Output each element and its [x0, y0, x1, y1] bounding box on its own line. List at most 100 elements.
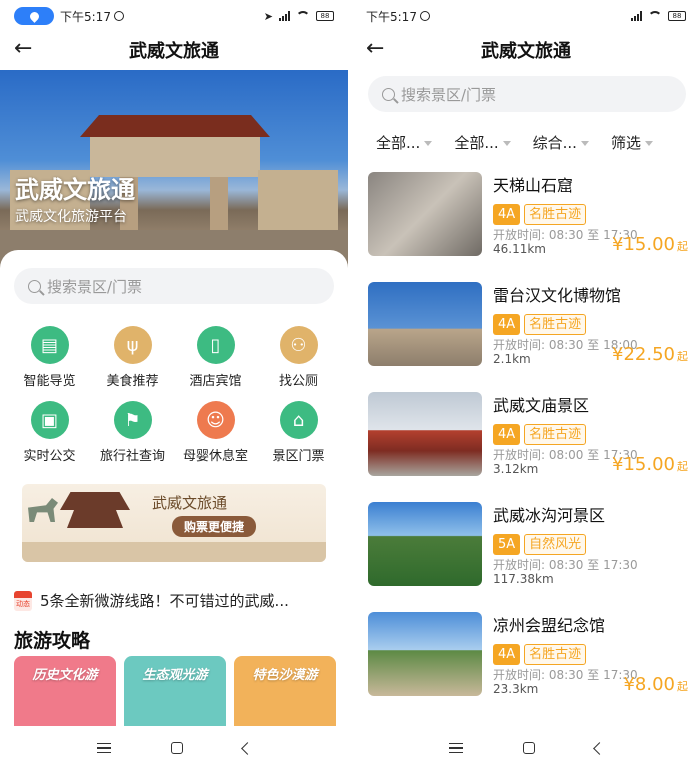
attraction-item[interactable]: 雷台汉文化博物馆 4A 名胜古迹 开放时间: 08:30 至 18:00 2.1km ¥2…: [352, 282, 700, 392]
signal-icon: [279, 11, 290, 21]
category-badge: 名胜古迹: [524, 644, 587, 665]
category-badge: 自然风光: [524, 534, 587, 555]
attraction-item[interactable]: 凉州会盟纪念馆 4A 名胜古迹 开放时间: 08:30 至 17:30 23.3km ¥8…: [352, 612, 700, 722]
status-bar: 下午5:17 ➤ 88: [0, 0, 348, 32]
attraction-info: 武威文庙景区 4A 名胜古迹 开放时间: 08:00 至 17:30 3.12km ¥15…: [493, 392, 690, 482]
opening-hours: 开放时间: 08:30 至 17:30: [493, 558, 638, 572]
service-item[interactable]: ⚑ 旅行社查询: [91, 401, 174, 464]
search-placeholder: 搜索景区/门票: [47, 277, 143, 296]
service-label: 智能导览: [23, 374, 76, 389]
back-arrow-icon[interactable]: ←: [14, 38, 38, 62]
battery-icon: 88: [668, 11, 686, 21]
distance: 3.12km: [493, 462, 539, 476]
price: ¥15.00 起: [612, 454, 688, 475]
service-label: 旅行社查询: [99, 449, 165, 464]
flag-icon: ⚑: [113, 401, 152, 439]
filter-dropdown[interactable]: 全部...: [454, 130, 510, 154]
recent-apps-icon[interactable]: [448, 743, 463, 753]
service-item[interactable]: ▯ 酒店宾馆: [174, 326, 257, 389]
fork-knife-icon: ψ: [113, 326, 152, 364]
guide-label: 历史文化游: [32, 668, 98, 683]
nav-bar: ← 武威文旅通: [352, 32, 700, 68]
level-badge: 4A: [493, 644, 521, 665]
guide-card[interactable]: 生态观光游: [124, 656, 226, 736]
service-item[interactable]: ▣ 实时公交: [8, 401, 91, 464]
price: ¥15.00 起: [612, 234, 688, 255]
attraction-tags: 4A 名胜古迹: [493, 644, 690, 665]
attraction-item[interactable]: 武威冰沟河景区 5A 自然风光 开放时间: 08:30 至 17:30 117.38km: [352, 502, 700, 612]
door-icon: ▯: [196, 326, 235, 364]
ticket-banner[interactable]: 武威文旅通 购票更便捷: [22, 484, 326, 562]
attraction-tags: 4A 名胜古迹: [493, 204, 690, 225]
home-icon[interactable]: [522, 742, 535, 754]
attraction-item[interactable]: 天梯山石窟 4A 名胜古迹 开放时间: 08:30 至 17:30 46.11km ¥15…: [352, 172, 700, 282]
wifi-icon: [296, 11, 310, 21]
bus-icon: ▣: [30, 401, 69, 439]
service-item[interactable]: ⚇ 找公厕: [257, 326, 340, 389]
service-label: 酒店宾馆: [189, 374, 242, 389]
page-title: 武威文旅通: [481, 41, 571, 62]
wifi-icon: [648, 11, 662, 21]
guide-card[interactable]: 特色沙漠游: [234, 656, 336, 736]
home-icon[interactable]: [170, 742, 183, 754]
distance: 117.38km: [493, 572, 554, 586]
price-unit: 起: [677, 240, 688, 253]
filter-dropdown[interactable]: 筛选: [611, 130, 653, 154]
level-badge: 4A: [493, 314, 521, 335]
filter-dropdown[interactable]: 综合...: [533, 130, 589, 154]
buy-ticket-button[interactable]: 购票更便捷: [172, 516, 257, 537]
guide-label: 生态观光游: [142, 668, 208, 683]
service-label: 找公厕: [278, 374, 318, 389]
service-item[interactable]: ▤ 智能导览: [8, 326, 91, 389]
news-item[interactable]: 动态 5条全新微游线路！不可错过的武威...: [14, 590, 338, 611]
banner-title: 武威文旅通: [152, 494, 228, 512]
service-item[interactable]: ⌂ 景区门票: [257, 401, 340, 464]
attraction-photo: [368, 282, 482, 366]
page-title: 武威文旅通: [129, 41, 219, 62]
distance: 46.11km: [493, 242, 546, 256]
system-back-icon[interactable]: [592, 741, 606, 755]
attraction-list: 天梯山石窟 4A 名胜古迹 开放时间: 08:30 至 17:30 46.11km ¥15…: [352, 172, 700, 722]
search-input[interactable]: 搜索景区/门票: [14, 268, 334, 304]
filter-dropdown[interactable]: 全部...: [376, 130, 432, 154]
hero-banner: 武威文旅通 武威文化旅游平台: [0, 70, 348, 270]
system-back-icon[interactable]: [240, 741, 254, 755]
attraction-tags: 4A 名胜古迹: [493, 314, 690, 335]
price-unit: 起: [677, 350, 688, 363]
attraction-info: 雷台汉文化博物馆 4A 名胜古迹 开放时间: 08:30 至 18:00 2.1km ¥2…: [493, 282, 690, 372]
attraction-tags: 4A 名胜古迹: [493, 424, 690, 445]
horse-statue-icon: [28, 498, 58, 522]
service-item[interactable]: ☺ 母婴休息室: [174, 401, 257, 464]
category-badge: 名胜古迹: [524, 424, 587, 445]
guide-label: 特色沙漠游: [252, 668, 318, 683]
service-label: 景区门票: [272, 449, 325, 464]
price-unit: 起: [677, 460, 688, 473]
guides-section-title: 旅游攻略: [14, 630, 91, 652]
category-badge: 名胜古迹: [524, 204, 587, 225]
level-badge: 5A: [493, 534, 521, 555]
city-wall-illustration: [22, 542, 326, 562]
price: ¥8.00 起: [623, 674, 688, 695]
hero-subtitle: 武威文化旅游平台: [15, 209, 127, 225]
news-text: 5条全新微游线路！不可错过的武威...: [40, 592, 289, 610]
status-time: 下午5:17: [366, 9, 417, 24]
attraction-photo: [368, 172, 482, 256]
price-value: ¥15.00: [612, 234, 675, 255]
guide-card[interactable]: 历史文化游: [14, 656, 116, 736]
signal-icon: [631, 11, 642, 21]
price-value: ¥15.00: [612, 454, 675, 475]
attractions-screen: 下午5:17 88 ← 武威文旅通 搜索景区/门票 全部... 全部... 综合..…: [352, 0, 700, 770]
attraction-item[interactable]: 武威文庙景区 4A 名胜古迹 开放时间: 08:00 至 17:30 3.12km ¥15…: [352, 392, 700, 502]
location-indicator-icon: [14, 7, 54, 25]
baby-icon: ☺: [196, 401, 235, 439]
service-label: 母婴休息室: [182, 449, 248, 464]
toilet-icon: ⚇: [279, 326, 318, 364]
service-grid: ▤ 智能导览 ψ 美食推荐 ▯ 酒店宾馆 ⚇ 找公厕 ▣ 实时公交 ⚑ 旅行社查询 ☺ 母婴休息室 ⌂ 景区门…: [8, 326, 340, 464]
search-input[interactable]: 搜索景区/门票: [368, 76, 686, 112]
search-placeholder: 搜索景区/门票: [401, 85, 497, 104]
service-item[interactable]: ψ 美食推荐: [91, 326, 174, 389]
gate-roof: [80, 115, 270, 137]
recent-apps-icon[interactable]: [96, 743, 111, 753]
back-arrow-icon[interactable]: ←: [366, 38, 390, 62]
search-icon: [382, 87, 395, 101]
